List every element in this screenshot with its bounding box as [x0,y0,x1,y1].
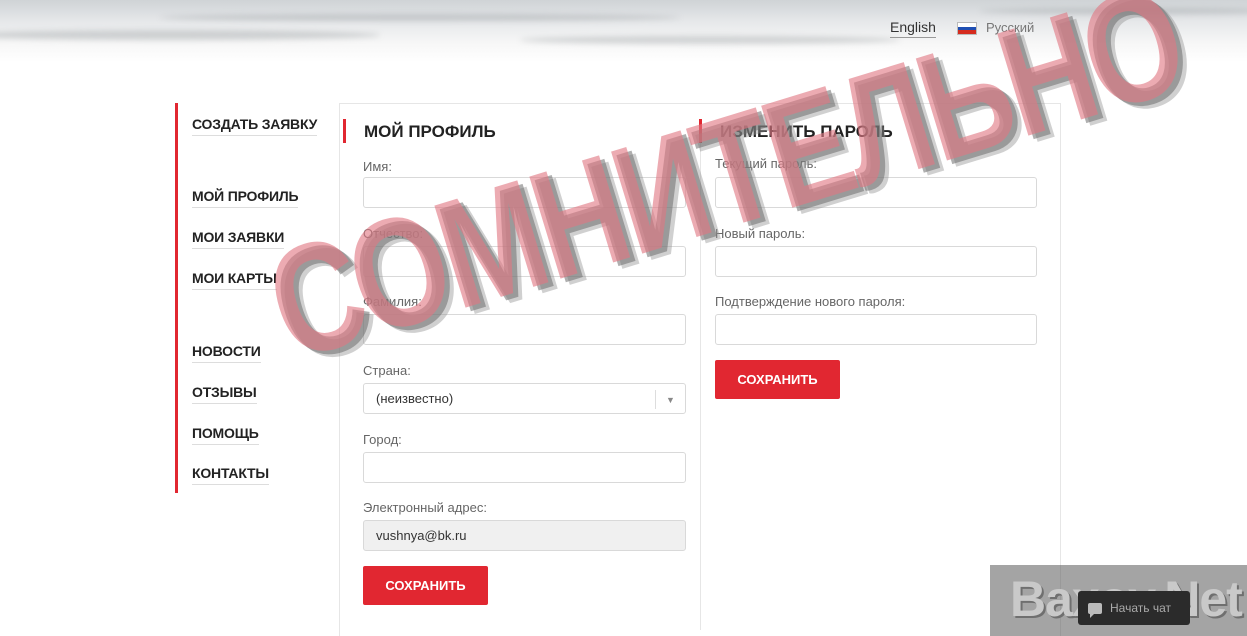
sidebar-item-help[interactable]: ПОМОЩЬ [192,425,259,445]
email-field: vushnya@bk.ru [363,520,686,551]
sidebar-item-my-profile[interactable]: МОЙ ПРОФИЛЬ [192,188,299,208]
current-password-label: Текущий пароль: [715,156,818,171]
chat-bubble-icon [1088,602,1102,618]
language-russian-link[interactable]: Русский [986,20,1034,35]
city-label: Город: [363,432,402,447]
confirm-password-input[interactable] [715,314,1037,345]
password-save-button[interactable]: СОХРАНИТЬ [715,360,840,399]
profile-save-button[interactable]: СОХРАНИТЬ [363,566,488,605]
city-input[interactable] [363,452,686,483]
sidebar-item-news[interactable]: НОВОСТИ [192,343,261,363]
current-password-input[interactable] [715,177,1037,208]
country-select[interactable]: (неизвестно) ▼ [363,383,686,414]
last-name-label: Фамилия: [363,294,422,309]
sidebar-item-my-requests[interactable]: МОИ ЗАЯВКИ [192,229,284,249]
new-password-input[interactable] [715,246,1037,277]
first-name-input[interactable] [363,177,686,208]
middle-name-input[interactable] [363,246,686,277]
sidebar-item-reviews[interactable]: ОТЗЫВЫ [192,384,257,404]
chat-widget-button[interactable]: Начать чат [1078,591,1190,625]
country-label: Страна: [363,363,411,378]
chevron-down-icon[interactable]: ▼ [655,390,685,409]
sidebar-item-create-request[interactable]: СОЗДАТЬ ЗАЯВКУ [192,116,317,136]
last-name-input[interactable] [363,314,686,345]
panel-divider [700,120,701,630]
language-english-link[interactable]: English [890,19,936,38]
sidebar-nav: СОЗДАТЬ ЗАЯВКУ МОЙ ПРОФИЛЬ МОИ ЗАЯВКИ МО… [175,103,335,493]
password-section-title: ИЗМЕНИТЬ ПАРОЛЬ [699,119,893,143]
russian-flag-icon[interactable] [957,22,977,35]
profile-section-title: МОЙ ПРОФИЛЬ [343,119,496,143]
confirm-password-label: Подтверждение нового пароля: [715,294,906,309]
email-label: Электронный адрес: [363,500,487,515]
new-password-label: Новый пароль: [715,226,806,241]
sidebar-item-my-cards[interactable]: МОИ КАРТЫ [192,270,277,290]
header-banner [0,0,1247,62]
country-select-value: (неизвестно) [376,391,454,406]
sidebar-item-contacts[interactable]: КОНТАКТЫ [192,465,269,485]
chat-label: Начать чат [1110,601,1171,615]
first-name-label: Имя: [363,159,392,174]
middle-name-label: Отчество: [363,226,424,241]
